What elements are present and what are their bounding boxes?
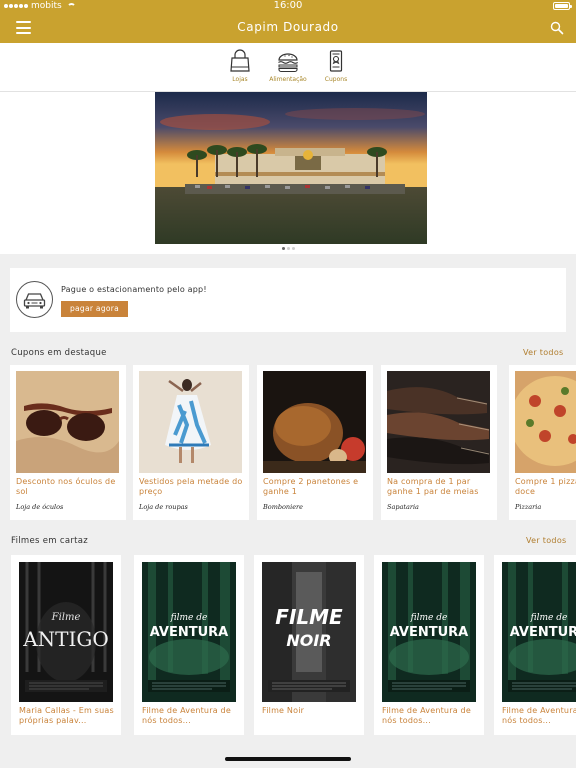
movies-carousel[interactable]: Filme ANTIGO Maria Callas - Em suas próp… [0,555,576,737]
car-icon [16,281,53,318]
coupon-image [263,371,366,473]
movie-card[interactable]: filme de AVENTURA Filme de Aventura de n… [494,555,576,735]
search-icon[interactable] [550,21,564,35]
battery-icon [553,2,572,10]
poster-title-line1: Filme [51,612,81,623]
category-label: Cupons [324,76,348,83]
poster-title-line2: AVENTURA [510,625,576,640]
movie-card[interactable]: Filme ANTIGO Maria Callas - Em suas próp… [11,555,121,735]
coupon-title: Desconto nos óculos de sol [16,477,116,496]
coupon-card[interactable]: Compre 1 pizza ganhe 1 doce Pizzaria [509,365,576,520]
banner-carousel [0,92,576,254]
movie-title: Filme de Aventura de nós todos... [502,706,576,725]
movie-title: Maria Callas - Em suas próprias palav... [19,706,114,725]
coupon-title: Compre 1 pizza ganhe 1 doce [515,477,576,496]
section-title-movies: Filmes em cartaz [11,536,89,546]
coupon-store: Loja de roupas [139,503,188,511]
coupon-title: Vestidos pela metade do preço [139,477,243,496]
poster-title-line1: filme de [410,613,448,623]
status-bar: mobits 16:00 [0,0,576,12]
coupon-store: Sapataria [387,503,419,511]
movie-poster: FILME NOIR [262,562,356,702]
section-title-coupons: Cupons em destaque [11,348,107,358]
movie-poster: Filme ANTIGO [19,562,113,702]
shopping-bag-icon [230,49,250,72]
movie-card[interactable]: FILME NOIR Filme Noir [254,555,364,735]
coupon-card[interactable]: Desconto nos óculos de sol Loja de óculo… [10,365,126,520]
app-title: Capim Dourado [237,20,339,34]
parking-message: Pague o estacionamento pelo app! [61,285,207,294]
poster-title-line2: AVENTURA [150,625,229,640]
movie-title: Filme de Aventura de nós todos... [382,706,471,725]
movie-card[interactable]: filme de AVENTURA Filme de Aventura de n… [374,555,484,735]
poster-title-line1: FILME [275,605,343,629]
coupon-image [139,371,242,473]
category-cupons[interactable]: Cupons [304,49,368,83]
poster-title-line2: ANTIGO [22,627,109,651]
burger-icon [278,53,299,73]
movie-card[interactable]: filme de AVENTURA Filme de Aventura de n… [134,555,244,735]
poster-title-line2: NOIR [286,631,331,650]
banner-image[interactable] [155,92,427,244]
see-all-movies-link[interactable]: Ver todos [526,536,566,545]
coupon-card[interactable]: Vestidos pela metade do preço Loja de ro… [133,365,249,520]
coupon-image [515,371,576,473]
pay-parking-button[interactable]: pagar agora [61,301,128,317]
coupon-title: Na compra de 1 par ganhe 1 par de meias [387,477,479,496]
coupon-title: Compre 2 panetones e ganhe 1 [263,477,359,496]
see-all-coupons-link[interactable]: Ver todos [523,348,563,357]
movie-title: Filme Noir [262,706,305,715]
movie-poster: filme de AVENTURA [502,562,576,702]
parking-card: Pague o estacionamento pelo app! pagar a… [10,268,566,332]
movie-poster: filme de AVENTURA [142,562,236,702]
coupon-store: Bomboniere [263,503,303,511]
status-time: 16:00 [273,0,303,11]
coupon-card[interactable]: Na compra de 1 par ganhe 1 par de meias … [381,365,497,520]
category-bar: Lojas Alimentação Cupons [0,43,576,92]
poster-title-line1: filme de [170,613,208,623]
poster-title-line1: filme de [530,613,568,623]
coupon-image [387,371,490,473]
movie-poster: filme de AVENTURA [382,562,476,702]
coupons-carousel[interactable]: Desconto nos óculos de sol Loja de óculo… [0,365,576,521]
coupon-image [16,371,119,473]
carousel-pager[interactable] [0,247,576,250]
movie-title: Filme de Aventura de nós todos... [142,706,231,725]
navigation-bar: mobits 16:00 Capim Dourado [0,0,576,43]
poster-title-line2: AVENTURA [390,625,469,640]
coupon-store: Loja de óculos [16,503,64,511]
coupon-store: Pizzaria [515,503,542,511]
coupon-icon [329,50,343,72]
home-indicator[interactable] [225,757,351,761]
coupon-card[interactable]: Compre 2 panetones e ganhe 1 Bomboniere [257,365,373,520]
